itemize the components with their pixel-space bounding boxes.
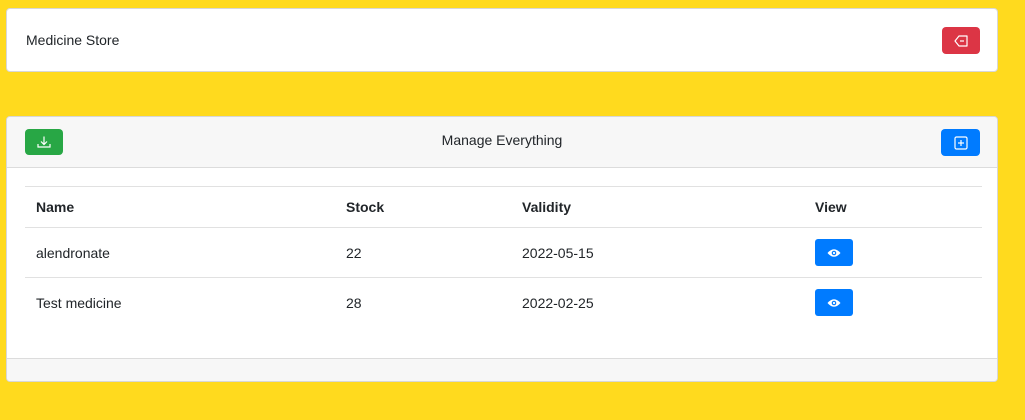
column-header-stock: Stock (335, 186, 511, 228)
cell-stock: 22 (346, 244, 362, 261)
panel-title: Manage Everything (441, 132, 563, 148)
eye-icon (827, 298, 841, 308)
cell-name: alendronate (36, 244, 110, 261)
top-navbar: Medicine Store (6, 8, 998, 72)
app-title: Medicine Store (26, 32, 120, 48)
cell-view (804, 277, 982, 327)
column-header-validity: Validity (511, 186, 804, 228)
cell-stock: 28 (335, 277, 511, 327)
panel-header: Manage Everything (7, 117, 997, 168)
logout-icon (953, 34, 969, 48)
column-header-view: View (804, 186, 982, 228)
add-medicine-button[interactable] (941, 129, 980, 156)
cell-view (804, 228, 982, 278)
table-row: Test medicine 28 2022-02-25 (25, 277, 982, 327)
medicine-table: Name Stock Validity View alendronate 22 … (25, 186, 982, 327)
column-header-name: Name (25, 186, 335, 228)
table-header-row: Name Stock Validity View (25, 186, 982, 228)
cell-validity: 2022-05-15 (522, 244, 594, 261)
view-button[interactable] (815, 289, 853, 316)
view-button[interactable] (815, 239, 853, 266)
panel-footer (7, 358, 997, 381)
manage-panel: Manage Everything Name Stock Validity Vi… (6, 116, 998, 382)
eye-icon (827, 248, 841, 258)
cell-validity: 2022-02-25 (511, 277, 804, 327)
cell-name: Test medicine (25, 277, 335, 327)
logout-button[interactable] (942, 27, 980, 54)
plus-square-icon (953, 135, 968, 150)
table-row: alendronate 22 2022-05-15 (25, 228, 982, 278)
